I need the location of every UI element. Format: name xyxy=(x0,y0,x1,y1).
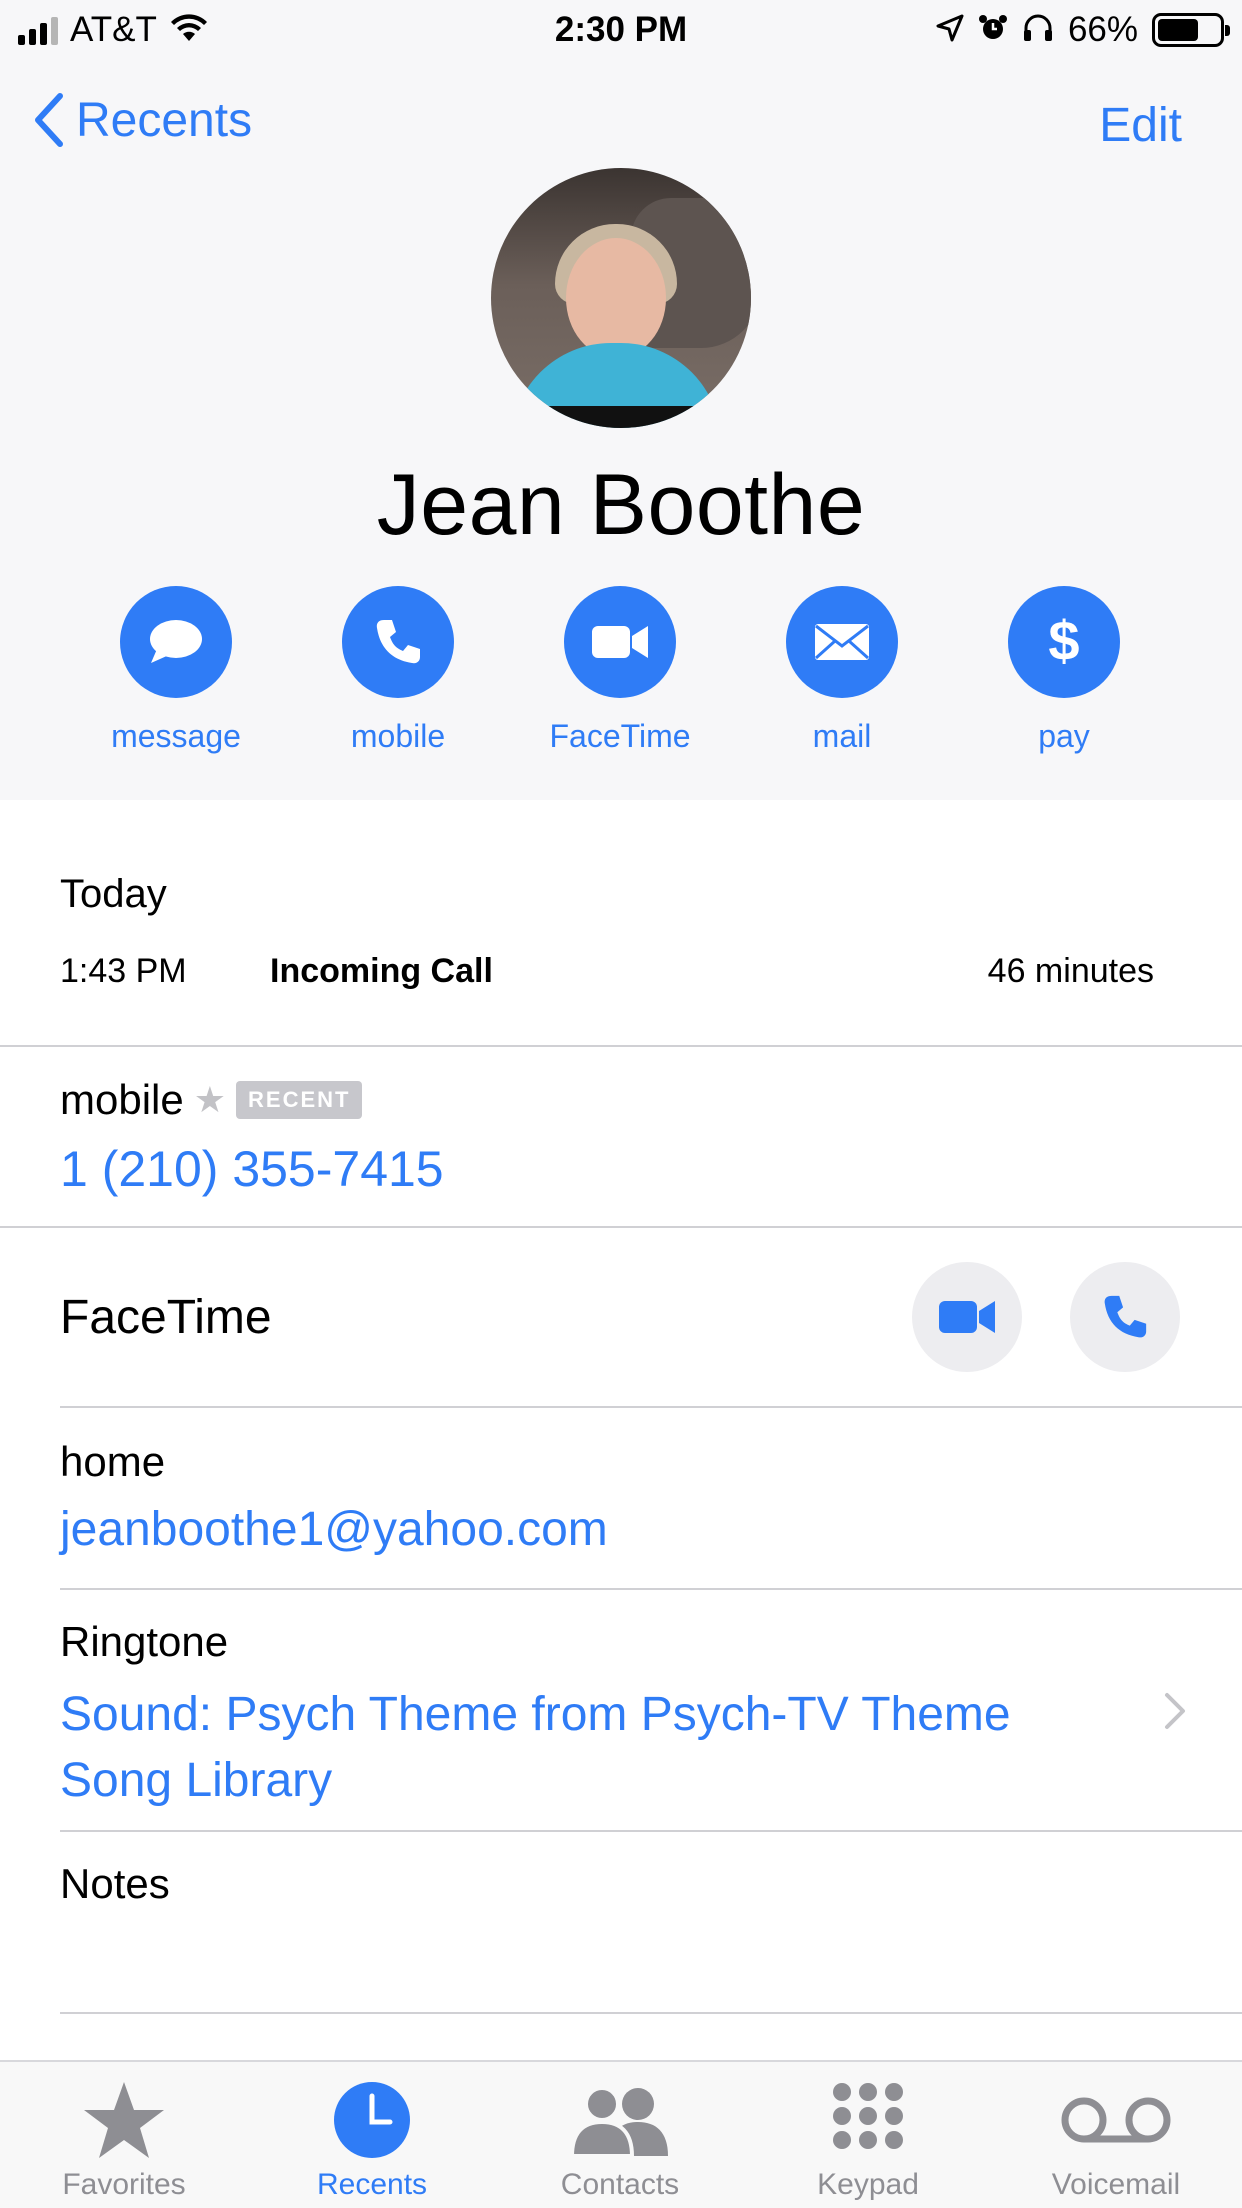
svg-text:$: $ xyxy=(1048,612,1079,672)
tab-bar: Favorites Recents Contacts Keypad Voicem… xyxy=(0,2060,1242,2208)
facetime-audio-button[interactable] xyxy=(1070,1262,1180,1372)
voicemail-icon xyxy=(1006,2080,1226,2160)
recent-call-day: Today xyxy=(60,872,167,916)
status-bar-right: 66% xyxy=(936,10,1230,50)
contact-name: Jean Boothe xyxy=(376,457,866,553)
message-action-label: message xyxy=(111,718,241,754)
phone-icon xyxy=(342,586,454,698)
keypad-icon xyxy=(758,2080,978,2160)
tab-keypad[interactable]: Keypad xyxy=(758,2080,978,2202)
tab-label: Voicemail xyxy=(1051,2168,1181,2201)
mobile-action-button[interactable]: mobile xyxy=(298,586,498,755)
facetime-action-label: FaceTime xyxy=(549,718,691,754)
status-bar: AT&T 2:30 PM 66% xyxy=(0,0,1242,62)
divider xyxy=(0,1045,1242,1047)
clock-icon xyxy=(262,2080,482,2160)
recent-call-duration: 46 minutes xyxy=(987,952,1154,990)
tab-label: Keypad xyxy=(817,2168,919,2201)
notes-label: Notes xyxy=(60,1860,170,1907)
star-icon: ★ xyxy=(193,1079,227,1120)
divider xyxy=(60,1588,1242,1590)
divider xyxy=(60,1406,1242,1408)
dollar-icon: $ xyxy=(1008,586,1120,698)
chevron-right-icon xyxy=(1165,1693,1185,1729)
email-label: home xyxy=(60,1438,166,1485)
tab-voicemail[interactable]: Voicemail xyxy=(1006,2080,1226,2202)
tab-recents[interactable]: Recents xyxy=(262,2080,482,2202)
video-camera-icon xyxy=(939,1301,995,1333)
headphones-icon xyxy=(1022,13,1054,48)
phone-label-row: mobile ★ RECENT xyxy=(60,1076,363,1124)
divider xyxy=(60,1830,1242,1832)
pay-action-button[interactable]: $ pay xyxy=(964,586,1164,755)
message-action-button[interactable]: message xyxy=(76,586,276,755)
back-button[interactable]: Recents xyxy=(34,92,252,148)
tab-label: Recents xyxy=(316,2168,428,2201)
video-camera-icon xyxy=(564,586,676,698)
facetime-video-button[interactable] xyxy=(912,1262,1022,1372)
recent-badge: RECENT xyxy=(236,1081,363,1119)
divider xyxy=(0,1226,1242,1228)
contacts-icon xyxy=(510,2080,730,2160)
battery-icon xyxy=(1152,13,1230,47)
chevron-left-icon xyxy=(35,93,63,147)
email-link[interactable]: jeanboothe1@yahoo.com xyxy=(60,1502,608,1557)
back-button-label: Recents xyxy=(76,93,253,147)
tab-contacts[interactable]: Contacts xyxy=(510,2080,730,2202)
mail-action-button[interactable]: mail xyxy=(742,586,942,755)
tab-favorites[interactable]: Favorites xyxy=(14,2080,234,2202)
phone-label: mobile xyxy=(60,1076,184,1123)
phone-icon xyxy=(1104,1295,1147,1338)
ringtone-label: Ringtone xyxy=(60,1618,229,1665)
contact-avatar xyxy=(491,168,751,428)
pay-action-label: pay xyxy=(1038,718,1090,754)
tab-label: Contacts xyxy=(560,2168,680,2201)
facetime-action-button[interactable]: FaceTime xyxy=(520,586,720,755)
phone-number-link[interactable]: 1 (210) 355-7415 xyxy=(60,1140,444,1198)
recent-call-type: Incoming Call xyxy=(270,952,493,990)
mobile-action-label: mobile xyxy=(350,718,446,754)
tab-label: Favorites xyxy=(62,2168,186,2201)
location-icon xyxy=(936,14,964,47)
recent-call-time: 1:43 PM xyxy=(60,952,187,990)
divider xyxy=(60,2012,1242,2014)
star-icon xyxy=(14,2080,234,2160)
ringtone-value[interactable]: Sound: Psych Theme from Psych-TV Theme S… xyxy=(60,1682,1120,1814)
battery-percent: 66% xyxy=(1067,10,1138,49)
facetime-label: FaceTime xyxy=(60,1291,272,1344)
mail-action-label: mail xyxy=(812,718,872,754)
alarm-icon xyxy=(978,13,1008,48)
edit-button[interactable]: Edit xyxy=(1099,98,1182,153)
message-bubble-icon xyxy=(120,586,232,698)
envelope-icon xyxy=(786,586,898,698)
